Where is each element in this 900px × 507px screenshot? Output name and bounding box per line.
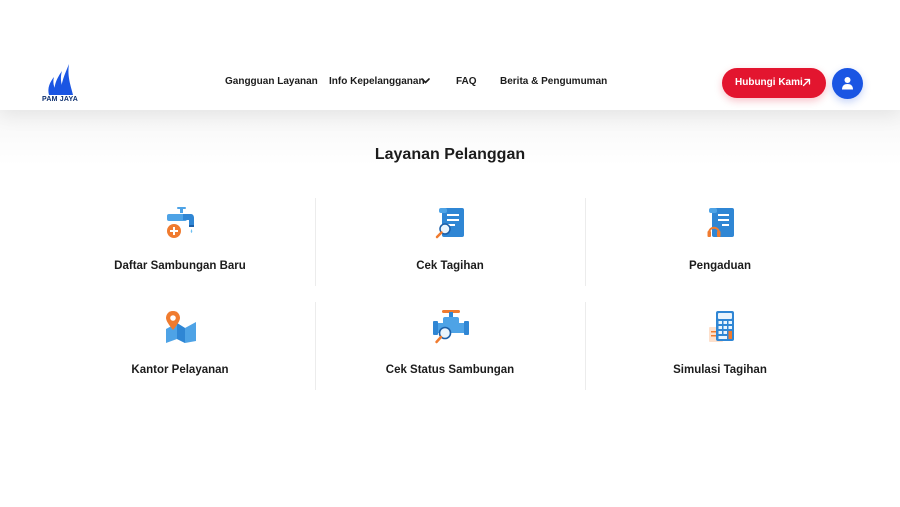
complaint-headset-icon xyxy=(707,208,734,237)
service-card-simulasi-tagihan[interactable]: Simulasi Tagihan xyxy=(585,309,855,399)
service-card-kantor-pelayanan[interactable]: Kantor Pelayanan xyxy=(45,309,315,399)
calculator-icon xyxy=(709,311,734,342)
service-card-pengaduan[interactable]: Pengaduan xyxy=(585,205,855,295)
nav-item-gangguan-layanan[interactable]: Gangguan Layanan xyxy=(225,76,318,87)
pipe-valve-search-icon xyxy=(433,310,469,344)
page-title: Layanan Pelanggan xyxy=(374,146,526,163)
faucet-add-icon xyxy=(167,207,194,238)
service-card-daftar-sambungan-baru[interactable]: Daftar Sambungan Baru xyxy=(45,205,315,295)
brand-logo[interactable]: PAM JAYA xyxy=(40,62,80,108)
office-location-icon xyxy=(166,311,196,343)
site-header: PAM JAYA Gangguan Layanan Info Kepelangg… xyxy=(0,0,900,110)
service-card-label: Kantor Pelayanan xyxy=(131,364,229,376)
nav-item-label: Info Kepelangganan xyxy=(329,76,425,87)
nav-item-berita-pengumuman[interactable]: Berita & Pengumuman xyxy=(500,76,607,87)
user-account-button[interactable] xyxy=(832,68,863,99)
nav-item-label: Gangguan Layanan xyxy=(225,76,318,87)
service-card-cek-status-sambungan[interactable]: Cek Status Sambungan xyxy=(315,309,585,399)
nav-item-label: Berita & Pengumuman xyxy=(500,76,608,87)
hubungi-kami-button[interactable]: Hubungi Kami xyxy=(722,68,826,98)
chevron-down-icon xyxy=(421,78,430,84)
service-card-label: Daftar Sambungan Baru xyxy=(114,260,246,272)
pam-jaya-flame-icon xyxy=(48,64,73,95)
user-icon xyxy=(842,77,853,90)
service-card-label: Cek Status Sambungan xyxy=(385,364,515,376)
nav-item-label: FAQ xyxy=(456,76,477,87)
brand-logo-text: PAM JAYA xyxy=(42,96,78,103)
service-card-label: Pengaduan xyxy=(689,260,751,272)
service-card-label: Simulasi Tagihan xyxy=(673,364,767,376)
service-card-cek-tagihan[interactable]: Cek Tagihan xyxy=(315,205,585,295)
arrow-up-right-icon xyxy=(802,78,811,87)
nav-item-faq[interactable]: FAQ xyxy=(456,76,477,87)
bill-check-icon xyxy=(435,208,464,239)
service-card-label: Cek Tagihan xyxy=(416,260,484,272)
hubungi-kami-label: Hubungi Kami xyxy=(735,77,803,88)
nav-item-info-kepelangganan[interactable]: Info Kepelangganan xyxy=(329,76,430,87)
